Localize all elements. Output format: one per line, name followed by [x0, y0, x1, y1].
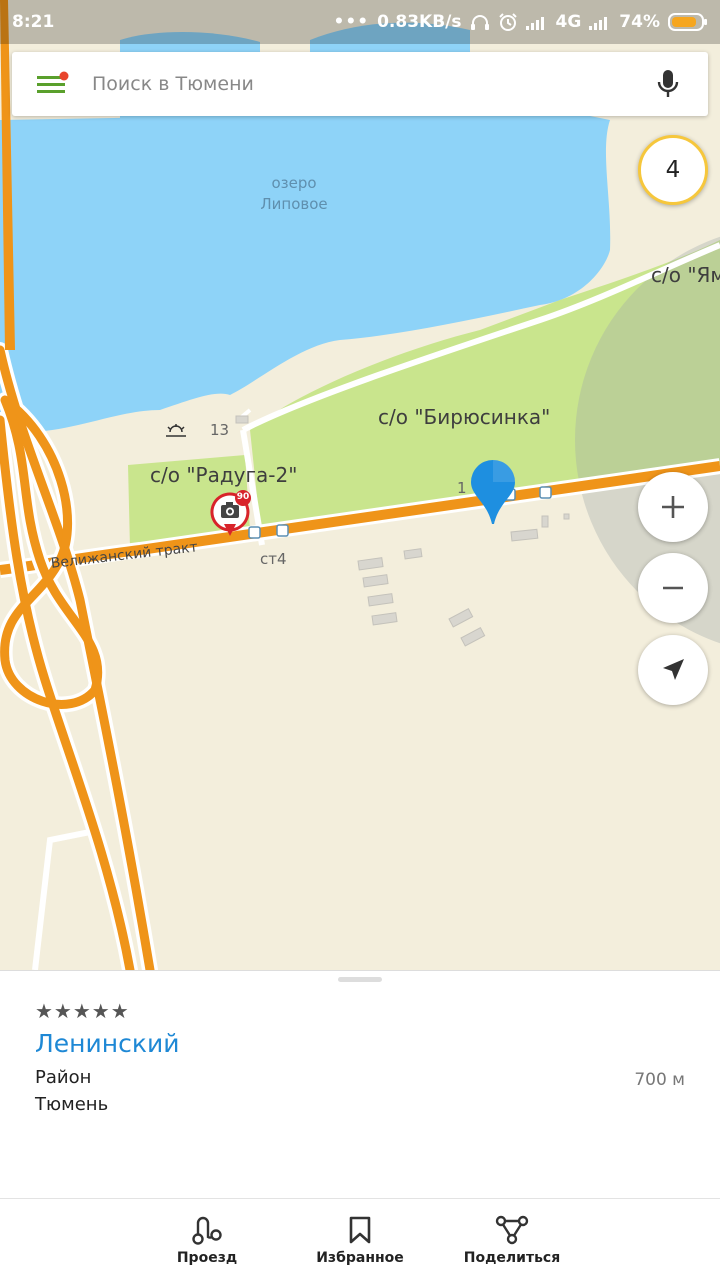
area-label-yam: с/о "Ям [651, 263, 720, 287]
house-number-s14: ст4 [260, 550, 287, 568]
network-type: 4G [555, 12, 582, 32]
search-bar[interactable] [12, 52, 708, 116]
traffic-level-value: 4 [665, 157, 681, 183]
route-label: Проезд [176, 1250, 238, 1266]
status-time: 8:21 [12, 12, 55, 32]
lake-label-line2: Липовое [260, 195, 328, 213]
plus-icon [662, 496, 684, 518]
place-card[interactable]: ★★★★★ Ленинский Район Тюмень 700 м [0, 970, 720, 1198]
map-canvas[interactable] [0, 0, 720, 970]
share-button[interactable]: Поделиться [437, 1199, 587, 1280]
lake-label-line1: озеро [271, 174, 317, 192]
signal-icon [525, 14, 548, 30]
route-button[interactable]: Проезд [132, 1199, 282, 1280]
zoom-in-button[interactable] [638, 472, 708, 542]
share-label: Поделиться [463, 1250, 561, 1266]
voice-search-button[interactable] [628, 52, 708, 116]
traffic-level-button[interactable]: 4 [638, 135, 708, 205]
map-pin-icon [471, 460, 515, 524]
house-number-1: 1 [457, 479, 467, 497]
speed-limit-badge: 90 [236, 492, 250, 502]
favorites-button[interactable]: Избранное [285, 1199, 435, 1280]
share-icon [495, 1215, 529, 1245]
navigation-arrow-icon [663, 659, 684, 680]
place-title: Ленинский [35, 1029, 180, 1058]
alarm-icon [498, 12, 518, 32]
headphones-icon [470, 13, 490, 31]
bookmark-icon [348, 1215, 372, 1245]
more-notifications-icon: ••• [333, 12, 370, 32]
action-bar: Проезд Избранное Поделиться [0, 1198, 720, 1280]
area-label-biryusinka: с/о "Бирюсинка" [378, 405, 551, 429]
house-number-13: 13 [210, 421, 230, 439]
status-bar: 8:21 ••• 0.83KB/s 4G 74% [0, 0, 720, 44]
menu-button[interactable] [12, 52, 92, 116]
area-label-raduga: с/о "Радуга-2" [150, 463, 298, 487]
search-input[interactable] [92, 73, 628, 95]
route-icon [190, 1215, 224, 1245]
place-distance: 700 м [634, 1070, 685, 1090]
signal-icon-2 [589, 14, 611, 30]
battery-icon [668, 12, 708, 32]
map-view[interactable]: озеро Липовое с/о "Бирюсинка" с/о "Радуг… [0, 0, 720, 970]
minus-icon [663, 586, 683, 590]
my-location-button[interactable] [638, 635, 708, 705]
lake-label: озеро Липовое [236, 173, 352, 215]
zoom-out-button[interactable] [638, 553, 708, 623]
location-pin[interactable] [469, 458, 517, 530]
place-city: Тюмень [35, 1094, 109, 1115]
place-type: Район [35, 1067, 92, 1088]
network-speed: 0.83KB/s [377, 12, 462, 32]
favorites-label: Избранное [316, 1250, 404, 1266]
hamburger-menu-icon [37, 71, 69, 93]
speed-camera-marker[interactable]: 90 [208, 490, 258, 540]
microphone-icon [657, 70, 679, 97]
sheet-drag-handle[interactable] [338, 977, 382, 982]
rating-stars: ★★★★★ [35, 999, 130, 1023]
battery-percent: 74% [619, 12, 660, 32]
